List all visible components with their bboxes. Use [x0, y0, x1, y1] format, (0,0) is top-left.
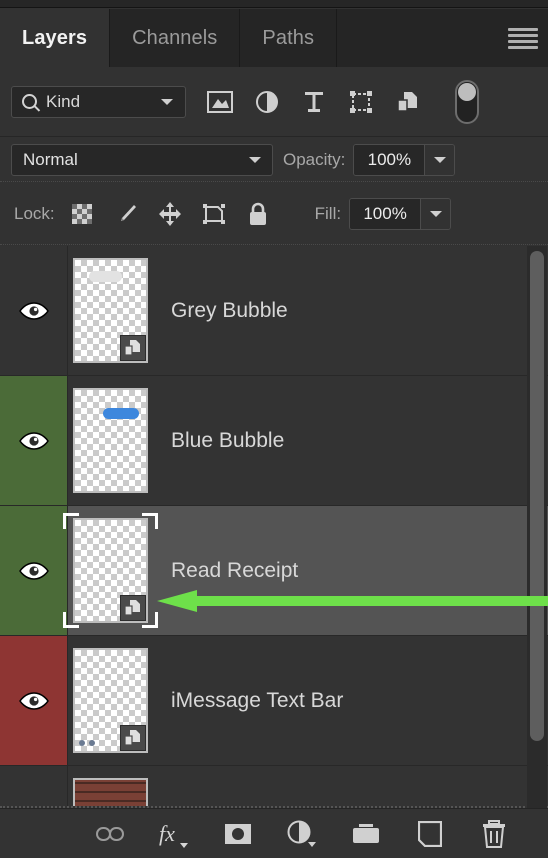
filter-kind-label: Kind: [46, 91, 81, 111]
layer-visibility-toggle[interactable]: [0, 766, 68, 806]
layer-list-scrollbar-track[interactable]: [527, 246, 547, 808]
tab-channels-label: Channels: [132, 26, 218, 49]
fill-value: 100%: [350, 198, 421, 229]
opacity-label: Opacity:: [283, 149, 346, 169]
filter-type-icons: [202, 79, 479, 124]
blue-bubble-shape: [103, 408, 139, 419]
lock-icon-group: [67, 199, 273, 229]
chevron-down-icon: [429, 210, 442, 217]
tab-layers-label: Layers: [22, 26, 88, 49]
imessage-bar-icons: [79, 740, 95, 746]
opacity-field[interactable]: 100%: [353, 143, 456, 176]
delete-layer-icon[interactable]: [478, 818, 510, 850]
layer-thumbnail-wrapper[interactable]: [63, 513, 158, 628]
table-row[interactable]: Grey Bubble: [0, 246, 548, 376]
chevron-down-icon: [161, 98, 173, 105]
layer-name: Blue Bubble: [171, 428, 285, 452]
layer-thumbnail-wrapper[interactable]: [68, 388, 153, 493]
adjustment-layer-filter-icon[interactable]: [249, 85, 285, 119]
blend-mode-select[interactable]: Normal: [11, 143, 273, 176]
grey-bubble-shape: [89, 271, 122, 282]
layer-visibility-toggle[interactable]: [0, 636, 68, 765]
chevron-down-icon: [249, 156, 261, 163]
link-layers-icon[interactable]: [94, 818, 126, 850]
opacity-value: 100%: [354, 144, 425, 175]
type-layer-filter-icon[interactable]: [296, 85, 332, 119]
fill-field[interactable]: 100%: [349, 197, 452, 230]
lock-image-pixels-icon[interactable]: [111, 199, 141, 229]
layer-thumbnail: [73, 778, 148, 806]
lock-bar: Lock: Fill: 100%: [0, 183, 548, 245]
search-icon: [22, 94, 37, 109]
tab-channels[interactable]: Channels: [110, 9, 241, 67]
panel-tab-bar: Layers Channels Paths: [0, 9, 548, 67]
smart-object-filter-icon[interactable]: [390, 85, 426, 119]
tab-layers[interactable]: Layers: [0, 9, 111, 67]
layer-visibility-toggle[interactable]: [0, 376, 68, 505]
tab-paths[interactable]: Paths: [240, 9, 338, 67]
fill-label: Fill:: [314, 203, 342, 223]
layer-list[interactable]: Grey Bubble Blue Bubble Read Receipt iMe…: [0, 246, 548, 808]
lock-position-icon[interactable]: [155, 199, 185, 229]
toggle-knob: [458, 82, 476, 101]
layer-thumbnail-wrapper[interactable]: [68, 778, 153, 806]
panel-menu-icon[interactable]: [508, 25, 538, 51]
opacity-dropdown-button[interactable]: [424, 144, 455, 175]
layer-thumbnail-wrapper[interactable]: [68, 258, 153, 363]
blend-mode-value: Normal: [23, 149, 78, 169]
smart-object-badge-icon: [120, 335, 146, 361]
layer-filter-bar: Kind: [0, 67, 548, 137]
filter-toggle-switch[interactable]: [455, 79, 479, 124]
new-layer-icon[interactable]: [414, 818, 446, 850]
smart-object-badge-icon: [120, 725, 146, 751]
photoshop-layers-panel: Layers Channels Paths Kind Normal Opacit…: [0, 0, 548, 858]
new-adjustment-layer-icon[interactable]: [286, 818, 318, 850]
table-row[interactable]: [0, 766, 548, 806]
lock-transparent-pixels-icon[interactable]: [67, 199, 97, 229]
new-group-icon[interactable]: [350, 818, 382, 850]
table-row[interactable]: Blue Bubble: [0, 376, 548, 506]
chevron-down-icon: [433, 156, 446, 163]
panel-top-strip: [0, 0, 548, 8]
eye-icon: [18, 561, 49, 580]
add-layer-mask-icon[interactable]: [222, 818, 254, 850]
layer-list-scrollbar-thumb[interactable]: [530, 251, 544, 741]
layer-style-fx-icon[interactable]: fx: [158, 818, 190, 850]
lock-label: Lock:: [14, 203, 55, 223]
eye-icon: [18, 301, 49, 320]
layer-visibility-toggle[interactable]: [0, 246, 68, 375]
layer-thumbnail: [73, 518, 148, 623]
table-row[interactable]: Read Receipt: [0, 506, 548, 636]
layer-name: Read Receipt: [171, 558, 299, 582]
lock-all-icon[interactable]: [243, 199, 273, 229]
pixel-layer-filter-icon[interactable]: [202, 85, 238, 119]
layer-name: iMessage Text Bar: [171, 688, 344, 712]
svg-text:fx: fx: [159, 821, 175, 846]
lock-artboard-nesting-icon[interactable]: [199, 199, 229, 229]
layer-thumbnail: [73, 388, 148, 493]
eye-icon: [18, 431, 49, 450]
shape-layer-filter-icon[interactable]: [343, 85, 379, 119]
blend-mode-bar: Normal Opacity: 100%: [0, 138, 548, 182]
filter-kind-select[interactable]: Kind: [11, 85, 186, 118]
table-row[interactable]: iMessage Text Bar: [0, 636, 548, 766]
smart-object-badge-icon: [120, 595, 146, 621]
fill-dropdown-button[interactable]: [420, 198, 451, 229]
layer-thumbnail: [73, 648, 148, 753]
layer-name: Grey Bubble: [171, 298, 288, 322]
eye-icon: [18, 691, 49, 710]
layer-thumbnail-wrapper[interactable]: [68, 648, 153, 753]
layer-visibility-toggle[interactable]: [0, 506, 68, 635]
layer-thumbnail: [73, 258, 148, 363]
layers-bottom-toolbar: fx: [0, 808, 548, 858]
tab-paths-label: Paths: [262, 26, 315, 49]
